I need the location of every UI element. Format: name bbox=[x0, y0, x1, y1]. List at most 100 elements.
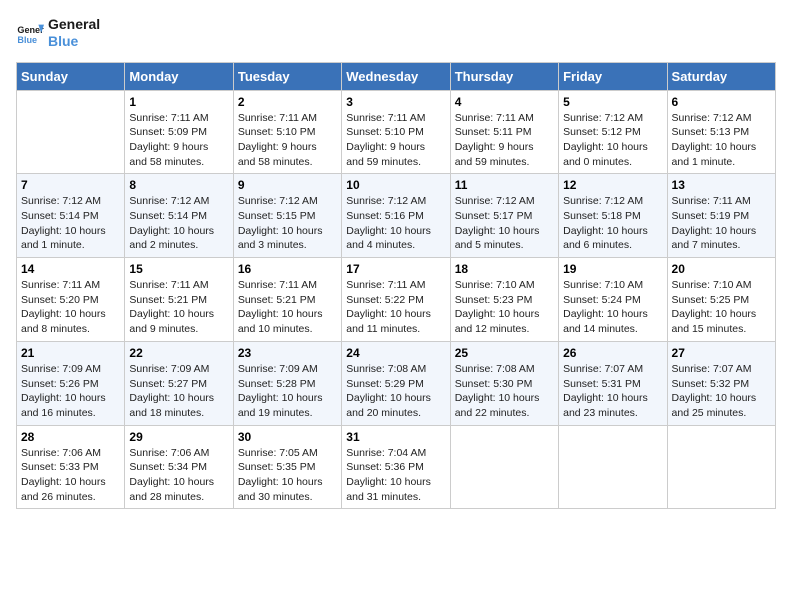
day-info: Sunrise: 7:05 AMSunset: 5:35 PMDaylight:… bbox=[238, 446, 337, 505]
calendar-cell: 27 Sunrise: 7:07 AMSunset: 5:32 PMDayligh… bbox=[667, 341, 775, 425]
calendar-cell: 30 Sunrise: 7:05 AMSunset: 5:35 PMDayligh… bbox=[233, 425, 341, 509]
header-row: SundayMondayTuesdayWednesdayThursdayFrid… bbox=[17, 62, 776, 90]
calendar-cell: 12 Sunrise: 7:12 AMSunset: 5:18 PMDayligh… bbox=[559, 174, 667, 258]
day-info: Sunrise: 7:11 AMSunset: 5:22 PMDaylight:… bbox=[346, 278, 445, 337]
day-number: 29 bbox=[129, 430, 228, 444]
day-info: Sunrise: 7:11 AMSunset: 5:20 PMDaylight:… bbox=[21, 278, 120, 337]
day-info: Sunrise: 7:12 AMSunset: 5:18 PMDaylight:… bbox=[563, 194, 662, 253]
day-number: 2 bbox=[238, 95, 337, 109]
day-number: 12 bbox=[563, 178, 662, 192]
calendar-cell: 5Sunrise: 7:12 AMSunset: 5:12 PMDaylight… bbox=[559, 90, 667, 174]
calendar-cell: 16 Sunrise: 7:11 AMSunset: 5:21 PMDayligh… bbox=[233, 258, 341, 342]
calendar-cell: 20Sunrise: 7:10 AMSunset: 5:25 PMDayligh… bbox=[667, 258, 775, 342]
day-number: 31 bbox=[346, 430, 445, 444]
calendar-header: SundayMondayTuesdayWednesdayThursdayFrid… bbox=[17, 62, 776, 90]
day-info: Sunrise: 7:11 AMSunset: 5:10 PMDaylight:… bbox=[238, 111, 337, 170]
day-info: Sunrise: 7:11 AMSunset: 5:21 PMDaylight:… bbox=[238, 278, 337, 337]
day-number: 11 bbox=[455, 178, 554, 192]
calendar-cell: 25 Sunrise: 7:08 AMSunset: 5:30 PMDayligh… bbox=[450, 341, 558, 425]
day-number: 25 bbox=[455, 346, 554, 360]
calendar-cell: 21 Sunrise: 7:09 AMSunset: 5:26 PMDayligh… bbox=[17, 341, 125, 425]
day-number: 7 bbox=[21, 178, 120, 192]
week-row-4: 28Sunrise: 7:06 AMSunset: 5:33 PMDayligh… bbox=[17, 425, 776, 509]
day-number: 22 bbox=[129, 346, 228, 360]
day-number: 23 bbox=[238, 346, 337, 360]
week-row-2: 14 Sunrise: 7:11 AMSunset: 5:20 PMDayligh… bbox=[17, 258, 776, 342]
day-number: 21 bbox=[21, 346, 120, 360]
day-number: 8 bbox=[129, 178, 228, 192]
calendar-cell: 23 Sunrise: 7:09 AMSunset: 5:28 PMDayligh… bbox=[233, 341, 341, 425]
day-info: Sunrise: 7:12 AMSunset: 5:14 PMDaylight:… bbox=[21, 194, 120, 253]
calendar-cell: 18 Sunrise: 7:10 AMSunset: 5:23 PMDayligh… bbox=[450, 258, 558, 342]
header-day-saturday: Saturday bbox=[667, 62, 775, 90]
calendar-cell: 24Sunrise: 7:08 AMSunset: 5:29 PMDayligh… bbox=[342, 341, 450, 425]
header-day-sunday: Sunday bbox=[17, 62, 125, 90]
day-number: 10 bbox=[346, 178, 445, 192]
day-number: 26 bbox=[563, 346, 662, 360]
day-info: Sunrise: 7:09 AMSunset: 5:26 PMDaylight:… bbox=[21, 362, 120, 421]
day-number: 28 bbox=[21, 430, 120, 444]
calendar-table: SundayMondayTuesdayWednesdayThursdayFrid… bbox=[16, 62, 776, 510]
day-info: Sunrise: 7:12 AMSunset: 5:16 PMDaylight:… bbox=[346, 194, 445, 253]
header-day-wednesday: Wednesday bbox=[342, 62, 450, 90]
day-info: Sunrise: 7:07 AMSunset: 5:32 PMDaylight:… bbox=[672, 362, 771, 421]
calendar-cell: 17 Sunrise: 7:11 AMSunset: 5:22 PMDayligh… bbox=[342, 258, 450, 342]
calendar-cell: 8 Sunrise: 7:12 AMSunset: 5:14 PMDaylight… bbox=[125, 174, 233, 258]
day-info: Sunrise: 7:12 AMSunset: 5:17 PMDaylight:… bbox=[455, 194, 554, 253]
day-info: Sunrise: 7:10 AMSunset: 5:24 PMDaylight:… bbox=[563, 278, 662, 337]
header-day-friday: Friday bbox=[559, 62, 667, 90]
day-number: 4 bbox=[455, 95, 554, 109]
week-row-3: 21 Sunrise: 7:09 AMSunset: 5:26 PMDayligh… bbox=[17, 341, 776, 425]
calendar-cell: 31 Sunrise: 7:04 AMSunset: 5:36 PMDayligh… bbox=[342, 425, 450, 509]
day-number: 30 bbox=[238, 430, 337, 444]
calendar-cell: 1 Sunrise: 7:11 AMSunset: 5:09 PMDaylight… bbox=[125, 90, 233, 174]
day-info: Sunrise: 7:06 AMSunset: 5:34 PMDaylight:… bbox=[129, 446, 228, 505]
day-info: Sunrise: 7:11 AMSunset: 5:21 PMDaylight:… bbox=[129, 278, 228, 337]
calendar-cell: 19 Sunrise: 7:10 AMSunset: 5:24 PMDayligh… bbox=[559, 258, 667, 342]
calendar-cell: 28Sunrise: 7:06 AMSunset: 5:33 PMDayligh… bbox=[17, 425, 125, 509]
day-number: 19 bbox=[563, 262, 662, 276]
day-number: 18 bbox=[455, 262, 554, 276]
calendar-cell: 29 Sunrise: 7:06 AMSunset: 5:34 PMDayligh… bbox=[125, 425, 233, 509]
day-number: 9 bbox=[238, 178, 337, 192]
day-number: 14 bbox=[21, 262, 120, 276]
day-number: 1 bbox=[129, 95, 228, 109]
day-number: 5 bbox=[563, 95, 662, 109]
day-info: Sunrise: 7:12 AMSunset: 5:13 PMDaylight:… bbox=[672, 111, 771, 170]
week-row-0: 1 Sunrise: 7:11 AMSunset: 5:09 PMDaylight… bbox=[17, 90, 776, 174]
logo-blue: Blue bbox=[48, 33, 100, 50]
day-info: Sunrise: 7:11 AMSunset: 5:09 PMDaylight:… bbox=[129, 111, 228, 170]
calendar-cell: 3 Sunrise: 7:11 AMSunset: 5:10 PMDaylight… bbox=[342, 90, 450, 174]
logo: General Blue General Blue bbox=[16, 16, 100, 50]
calendar-cell: 9Sunrise: 7:12 AMSunset: 5:15 PMDaylight… bbox=[233, 174, 341, 258]
calendar-cell: 6Sunrise: 7:12 AMSunset: 5:13 PMDaylight… bbox=[667, 90, 775, 174]
day-number: 17 bbox=[346, 262, 445, 276]
calendar-cell: 15Sunrise: 7:11 AMSunset: 5:21 PMDayligh… bbox=[125, 258, 233, 342]
day-number: 27 bbox=[672, 346, 771, 360]
day-info: Sunrise: 7:08 AMSunset: 5:30 PMDaylight:… bbox=[455, 362, 554, 421]
calendar-cell: 2 Sunrise: 7:11 AMSunset: 5:10 PMDaylight… bbox=[233, 90, 341, 174]
day-info: Sunrise: 7:09 AMSunset: 5:28 PMDaylight:… bbox=[238, 362, 337, 421]
calendar-cell: 26Sunrise: 7:07 AMSunset: 5:31 PMDayligh… bbox=[559, 341, 667, 425]
calendar-cell bbox=[450, 425, 558, 509]
day-number: 24 bbox=[346, 346, 445, 360]
day-number: 16 bbox=[238, 262, 337, 276]
day-info: Sunrise: 7:11 AMSunset: 5:19 PMDaylight:… bbox=[672, 194, 771, 253]
calendar-cell: 10 Sunrise: 7:12 AMSunset: 5:16 PMDayligh… bbox=[342, 174, 450, 258]
day-info: Sunrise: 7:10 AMSunset: 5:23 PMDaylight:… bbox=[455, 278, 554, 337]
calendar-cell: 13 Sunrise: 7:11 AMSunset: 5:19 PMDayligh… bbox=[667, 174, 775, 258]
calendar-cell: 22 Sunrise: 7:09 AMSunset: 5:27 PMDayligh… bbox=[125, 341, 233, 425]
day-info: Sunrise: 7:09 AMSunset: 5:27 PMDaylight:… bbox=[129, 362, 228, 421]
week-row-1: 7 Sunrise: 7:12 AMSunset: 5:14 PMDaylight… bbox=[17, 174, 776, 258]
calendar-cell: 14 Sunrise: 7:11 AMSunset: 5:20 PMDayligh… bbox=[17, 258, 125, 342]
day-number: 13 bbox=[672, 178, 771, 192]
day-info: Sunrise: 7:12 AMSunset: 5:14 PMDaylight:… bbox=[129, 194, 228, 253]
day-info: Sunrise: 7:11 AMSunset: 5:11 PMDaylight:… bbox=[455, 111, 554, 170]
day-info: Sunrise: 7:11 AMSunset: 5:10 PMDaylight:… bbox=[346, 111, 445, 170]
day-info: Sunrise: 7:04 AMSunset: 5:36 PMDaylight:… bbox=[346, 446, 445, 505]
logo-icon: General Blue bbox=[16, 19, 44, 47]
day-number: 3 bbox=[346, 95, 445, 109]
calendar-cell: 11 Sunrise: 7:12 AMSunset: 5:17 PMDayligh… bbox=[450, 174, 558, 258]
svg-text:Blue: Blue bbox=[17, 35, 37, 45]
calendar-body: 1 Sunrise: 7:11 AMSunset: 5:09 PMDaylight… bbox=[17, 90, 776, 509]
